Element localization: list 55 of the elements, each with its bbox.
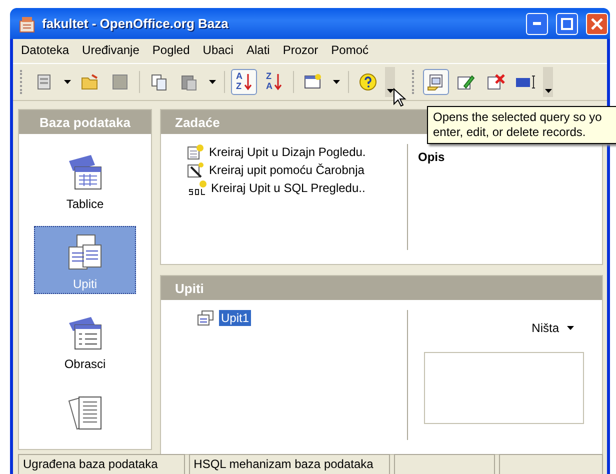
help-icon (358, 72, 378, 92)
database-icon (18, 14, 36, 32)
query-design-icon (187, 144, 205, 160)
minimize-button[interactable] (526, 12, 548, 34)
close-icon (591, 18, 603, 30)
folder-icon (80, 73, 100, 91)
task-link[interactable]: Kreiraj upit pomoću Čarobnja (209, 163, 364, 177)
panel-header: Baza podataka (19, 110, 151, 134)
close-button[interactable] (586, 12, 608, 34)
form-window-icon (303, 73, 323, 91)
toolbar-button[interactable] (423, 69, 449, 95)
document-icon (35, 73, 53, 91)
toolbar-overflow-button[interactable] (385, 67, 395, 97)
caret-icon (64, 80, 70, 84)
query-item[interactable]: Upit1 (219, 310, 252, 326)
caret-icon (208, 80, 216, 84)
menu-item[interactable]: Datoteka (21, 43, 70, 59)
menu-item[interactable]: Ubaci (202, 43, 234, 59)
rename-icon (515, 74, 537, 90)
toolbar-button[interactable]: A Z (231, 69, 257, 95)
copy-icon (150, 73, 168, 91)
task-link[interactable]: Kreiraj Upit u SQL Pregledu.. (211, 181, 366, 195)
sidebar-item[interactable]: Tablice (34, 146, 136, 214)
maximize-button[interactable] (556, 12, 578, 34)
menu-item[interactable]: Uređivanje (82, 43, 140, 59)
edit-icon (456, 73, 476, 91)
tooltip: Opens the selected query so yo enter, edit, or delete records. (427, 106, 616, 144)
delete-icon (486, 73, 506, 91)
caret-icon (567, 326, 574, 330)
sql-icon (187, 180, 207, 196)
toolbar-grip[interactable] (20, 70, 24, 94)
menu-item[interactable]: Prozor (282, 43, 318, 59)
toolbar-overflow-button[interactable] (543, 67, 553, 97)
menu-item[interactable]: Pomoć (331, 43, 369, 59)
caret-icon (386, 89, 394, 93)
status-field: HSQL mehanizam baza podataka (188, 454, 390, 474)
query-icon (197, 310, 215, 326)
wand-icon (187, 162, 205, 178)
caret-icon (544, 89, 552, 93)
sidebar-item[interactable]: Obrasci (34, 306, 136, 374)
task-link[interactable]: Kreiraj Upit u Dizajn Pogledu. (209, 145, 366, 159)
maximize-icon (561, 18, 573, 30)
toolbar-grip[interactable] (412, 70, 416, 94)
preview-dropdown[interactable]: Ništa (526, 320, 580, 336)
panel-header: Upiti (161, 276, 602, 300)
menu-item[interactable]: Pogled (152, 43, 190, 59)
minimize-icon (533, 22, 541, 25)
caret-icon (332, 80, 340, 84)
mouse-pointer-icon (393, 88, 407, 108)
paste-icon (180, 73, 198, 91)
description-heading: Opis (418, 150, 446, 164)
status-field: Ugrađena baza podataka (18, 454, 185, 474)
window-title: fakultet - OpenOffice.org Baza (42, 16, 230, 31)
toolbar-button[interactable]: Z A (261, 69, 287, 95)
menu-item[interactable]: Alati (246, 43, 270, 59)
